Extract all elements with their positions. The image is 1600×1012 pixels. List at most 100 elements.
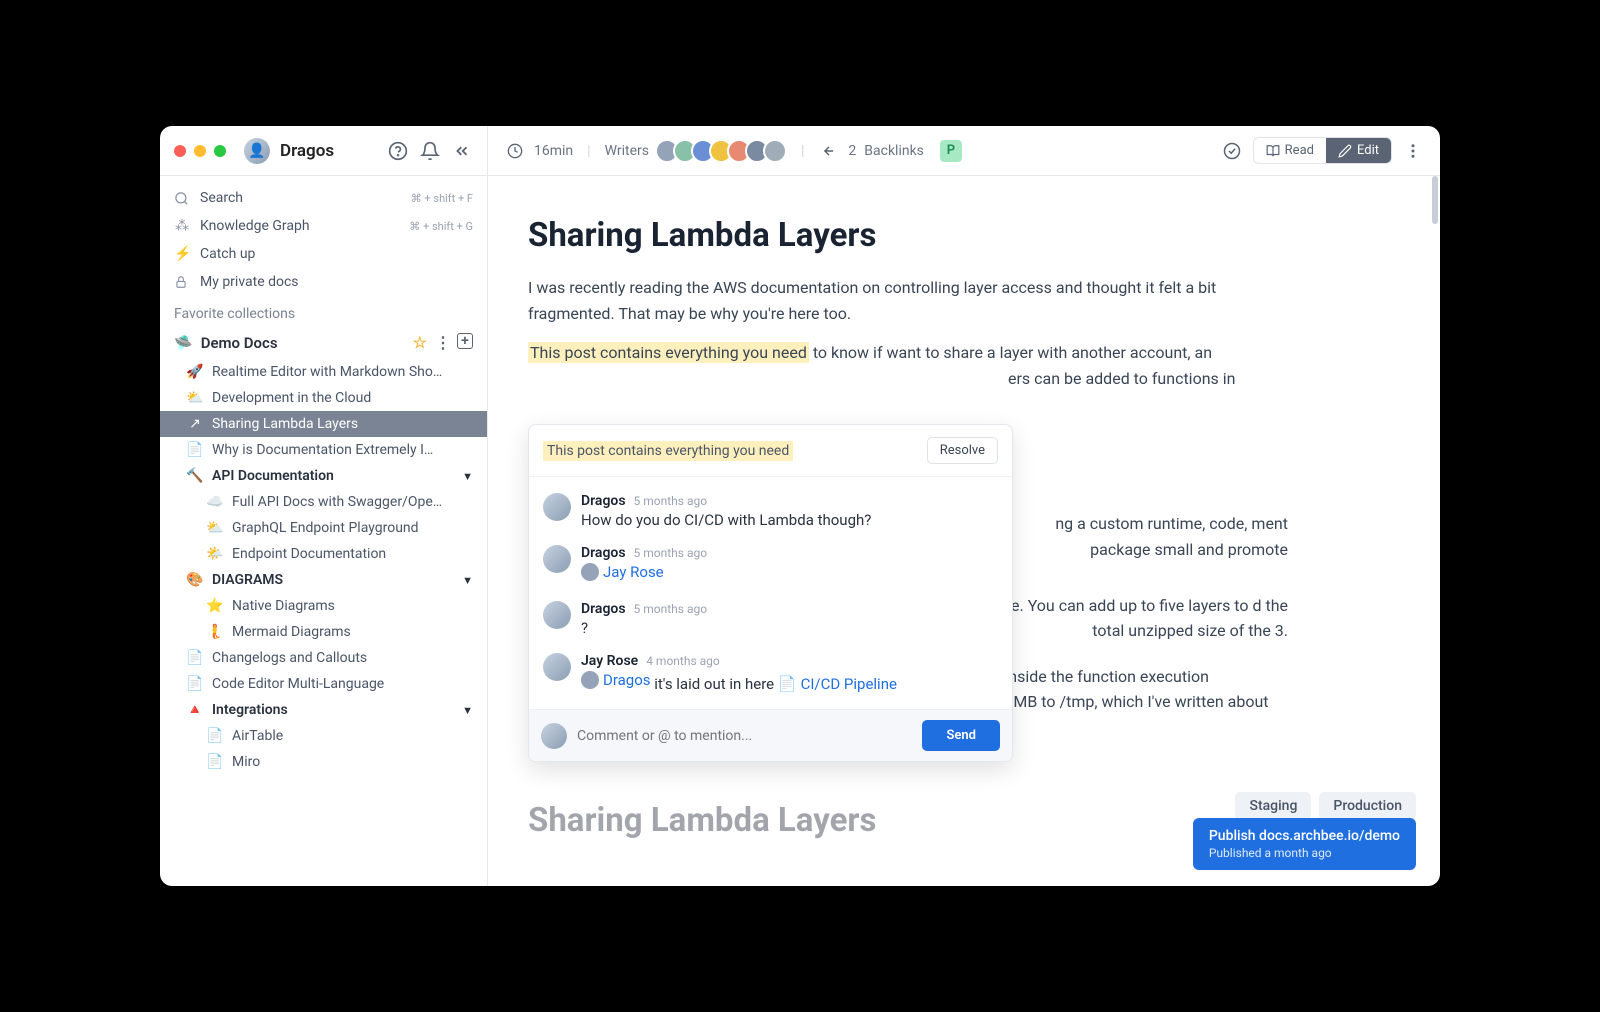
- window-controls: [174, 145, 226, 157]
- doc-emoji-icon: ↗: [186, 416, 204, 432]
- titlebar-center: 16min | Writers | 2 Backlinks P: [488, 139, 1205, 163]
- doc-emoji-icon: ☁️: [206, 494, 224, 510]
- sidebar-search[interactable]: Search ⌘ + shift + F: [160, 184, 487, 212]
- doc-title: Realtime Editor with Markdown Sho…: [212, 364, 442, 380]
- sidebar-doc-item[interactable]: 📄Why is Documentation Extremely I…: [160, 437, 487, 463]
- doc-title: Why is Documentation Extremely I…: [212, 442, 433, 458]
- sidebar-doc-item[interactable]: 🔺Integrations▼: [160, 697, 487, 723]
- doc-emoji-icon: 📄: [206, 754, 224, 770]
- writers-avatars[interactable]: [661, 139, 787, 163]
- mention-avatar-icon: [581, 671, 599, 689]
- sidebar-catch-up[interactable]: ⚡ Catch up: [160, 240, 487, 268]
- sidebar-doc-item[interactable]: ⛅ GraphQL Endpoint Playground: [160, 515, 487, 541]
- backlinks-count[interactable]: 2: [848, 143, 856, 159]
- scrollbar-thumb[interactable]: [1432, 176, 1438, 224]
- sidebar-doc-item[interactable]: 🌤️Endpoint Documentation: [160, 541, 487, 567]
- sidebar-doc-item[interactable]: ⛅Development in the Cloud: [160, 385, 487, 411]
- doc-emoji-icon: ⛅: [206, 520, 224, 536]
- send-button[interactable]: Send: [922, 720, 1000, 751]
- doc-title: Mermaid Diagrams: [232, 624, 351, 640]
- notifications-icon[interactable]: [419, 140, 441, 162]
- sidebar-private-docs[interactable]: My private docs: [160, 268, 487, 296]
- sidebar-doc-item[interactable]: 📄AirTable: [160, 723, 487, 749]
- more-menu-icon[interactable]: [1402, 140, 1424, 162]
- paragraph: I was recently reading the AWS documenta…: [528, 275, 1288, 326]
- doc-emoji-icon: ⛅: [186, 390, 204, 406]
- collection-add-icon[interactable]: +: [457, 333, 473, 349]
- sidebar-knowledge-graph[interactable]: ⁂ Knowledge Graph ⌘ + shift + G: [160, 212, 487, 240]
- maximize-window-icon[interactable]: [214, 145, 226, 157]
- chevron-down-icon[interactable]: ▼: [462, 574, 473, 587]
- doc-emoji-icon: 🚀: [186, 364, 204, 380]
- collapse-sidebar-icon[interactable]: [451, 140, 473, 162]
- comment-avatar: [543, 653, 571, 681]
- doc-title: Full API Docs with Swagger/Ope…: [232, 494, 442, 510]
- sidebar-doc-item[interactable]: ⭐Native Diagrams: [160, 593, 487, 619]
- document-link[interactable]: 📄CI/CD Pipeline: [778, 675, 897, 693]
- doc-emoji-icon: 📄: [186, 676, 204, 692]
- read-mode-button[interactable]: Read: [1254, 138, 1326, 163]
- sidebar-doc-item[interactable]: 📄Changelogs and Callouts: [160, 645, 487, 671]
- sidebar-doc-item[interactable]: 📄Code Editor Multi-Language: [160, 671, 487, 697]
- sidebar-doc-item[interactable]: 📄 Miro: [160, 749, 487, 775]
- publish-subtitle: Published a month ago: [1209, 846, 1400, 860]
- user-mention[interactable]: Dragos: [581, 671, 651, 689]
- resolve-button[interactable]: Resolve: [927, 437, 998, 464]
- chevron-down-icon[interactable]: ▼: [462, 704, 473, 717]
- mode-toggle: Read Edit: [1253, 137, 1392, 164]
- document-icon: 📄: [778, 675, 797, 693]
- paragraph: This post contains everything you need t…: [528, 340, 1288, 391]
- help-icon[interactable]: [387, 140, 409, 162]
- minimize-window-icon[interactable]: [194, 145, 206, 157]
- titlebar-left: 👤 Dragos: [160, 126, 488, 175]
- sidebar-doc-item[interactable]: 🔨API Documentation▼: [160, 463, 487, 489]
- sidebar-doc-item[interactable]: 🎨DIAGRAMS▼: [160, 567, 487, 593]
- close-window-icon[interactable]: [174, 145, 186, 157]
- user-name: Dragos: [280, 141, 334, 161]
- content-area: Sharing Lambda Layers I was recently rea…: [488, 176, 1440, 886]
- comment-avatar: [543, 545, 571, 573]
- highlighted-text[interactable]: This post contains everything you need: [528, 342, 809, 363]
- check-circle-icon[interactable]: [1221, 140, 1243, 162]
- chevron-down-icon[interactable]: ▼: [462, 470, 473, 483]
- writer-avatar[interactable]: [763, 139, 787, 163]
- titlebar-right: Read Edit: [1205, 137, 1440, 164]
- doc-title: Miro: [232, 754, 260, 770]
- lock-icon: [174, 275, 190, 289]
- doc-emoji-icon: 📄: [206, 728, 224, 744]
- sidebar-section-fav: Favorite collections: [160, 296, 487, 326]
- page-title: Sharing Lambda Layers: [528, 216, 1288, 255]
- collection-more-icon[interactable]: ⋮: [435, 333, 451, 352]
- doc-emoji-icon: 🔨: [186, 468, 204, 484]
- comment-item: Dragos5 months ago How do you do CI/CD w…: [543, 485, 998, 537]
- user-avatar[interactable]: 👤: [244, 138, 270, 164]
- comment-avatar: [543, 601, 571, 629]
- sidebar-collection-demo[interactable]: 🛸 Demo Docs ☆ ⋮ +: [160, 326, 487, 359]
- doc-emoji-icon: 📄: [186, 650, 204, 666]
- sidebar-doc-item[interactable]: ↗Sharing Lambda Layers: [160, 411, 487, 437]
- graph-icon: ⁂: [174, 218, 190, 234]
- tag-staging[interactable]: Staging: [1235, 792, 1311, 820]
- user-mention[interactable]: Jay Rose: [581, 563, 664, 581]
- comment-composer: Send: [529, 709, 1012, 761]
- sidebar-doc-item[interactable]: 🚀 Realtime Editor with Markdown Sho…: [160, 359, 487, 385]
- sidebar-doc-item[interactable]: 🧜Mermaid Diagrams: [160, 619, 487, 645]
- titlebar: 👤 Dragos 16min | Writers: [160, 126, 1440, 176]
- status-badge[interactable]: P: [940, 140, 962, 162]
- publish-banner[interactable]: Publish docs.archbee.io/demo Published a…: [1193, 818, 1416, 870]
- search-icon: [174, 191, 190, 206]
- sidebar-doc-item[interactable]: ☁️ Full API Docs with Swagger/Ope…: [160, 489, 487, 515]
- comment-list: Dragos5 months ago How do you do CI/CD w…: [529, 477, 1012, 709]
- app-body: Search ⌘ + shift + F ⁂ Knowledge Graph ⌘…: [160, 176, 1440, 886]
- backlinks-label[interactable]: Backlinks: [864, 143, 924, 159]
- doc-title: GraphQL Endpoint Playground: [232, 520, 419, 536]
- comment-input[interactable]: [577, 728, 912, 744]
- star-icon[interactable]: ☆: [413, 333, 427, 352]
- heading: Sharing Lambda Layers: [528, 801, 1288, 840]
- sidebar: Search ⌘ + shift + F ⁂ Knowledge Graph ⌘…: [160, 176, 488, 886]
- composer-avatar: [541, 723, 567, 749]
- tag-production[interactable]: Production: [1319, 792, 1416, 820]
- writers-label[interactable]: Writers: [605, 143, 649, 159]
- comment-item: Dragos5 months ago Jay Rose: [543, 537, 998, 593]
- edit-mode-button[interactable]: Edit: [1326, 138, 1391, 163]
